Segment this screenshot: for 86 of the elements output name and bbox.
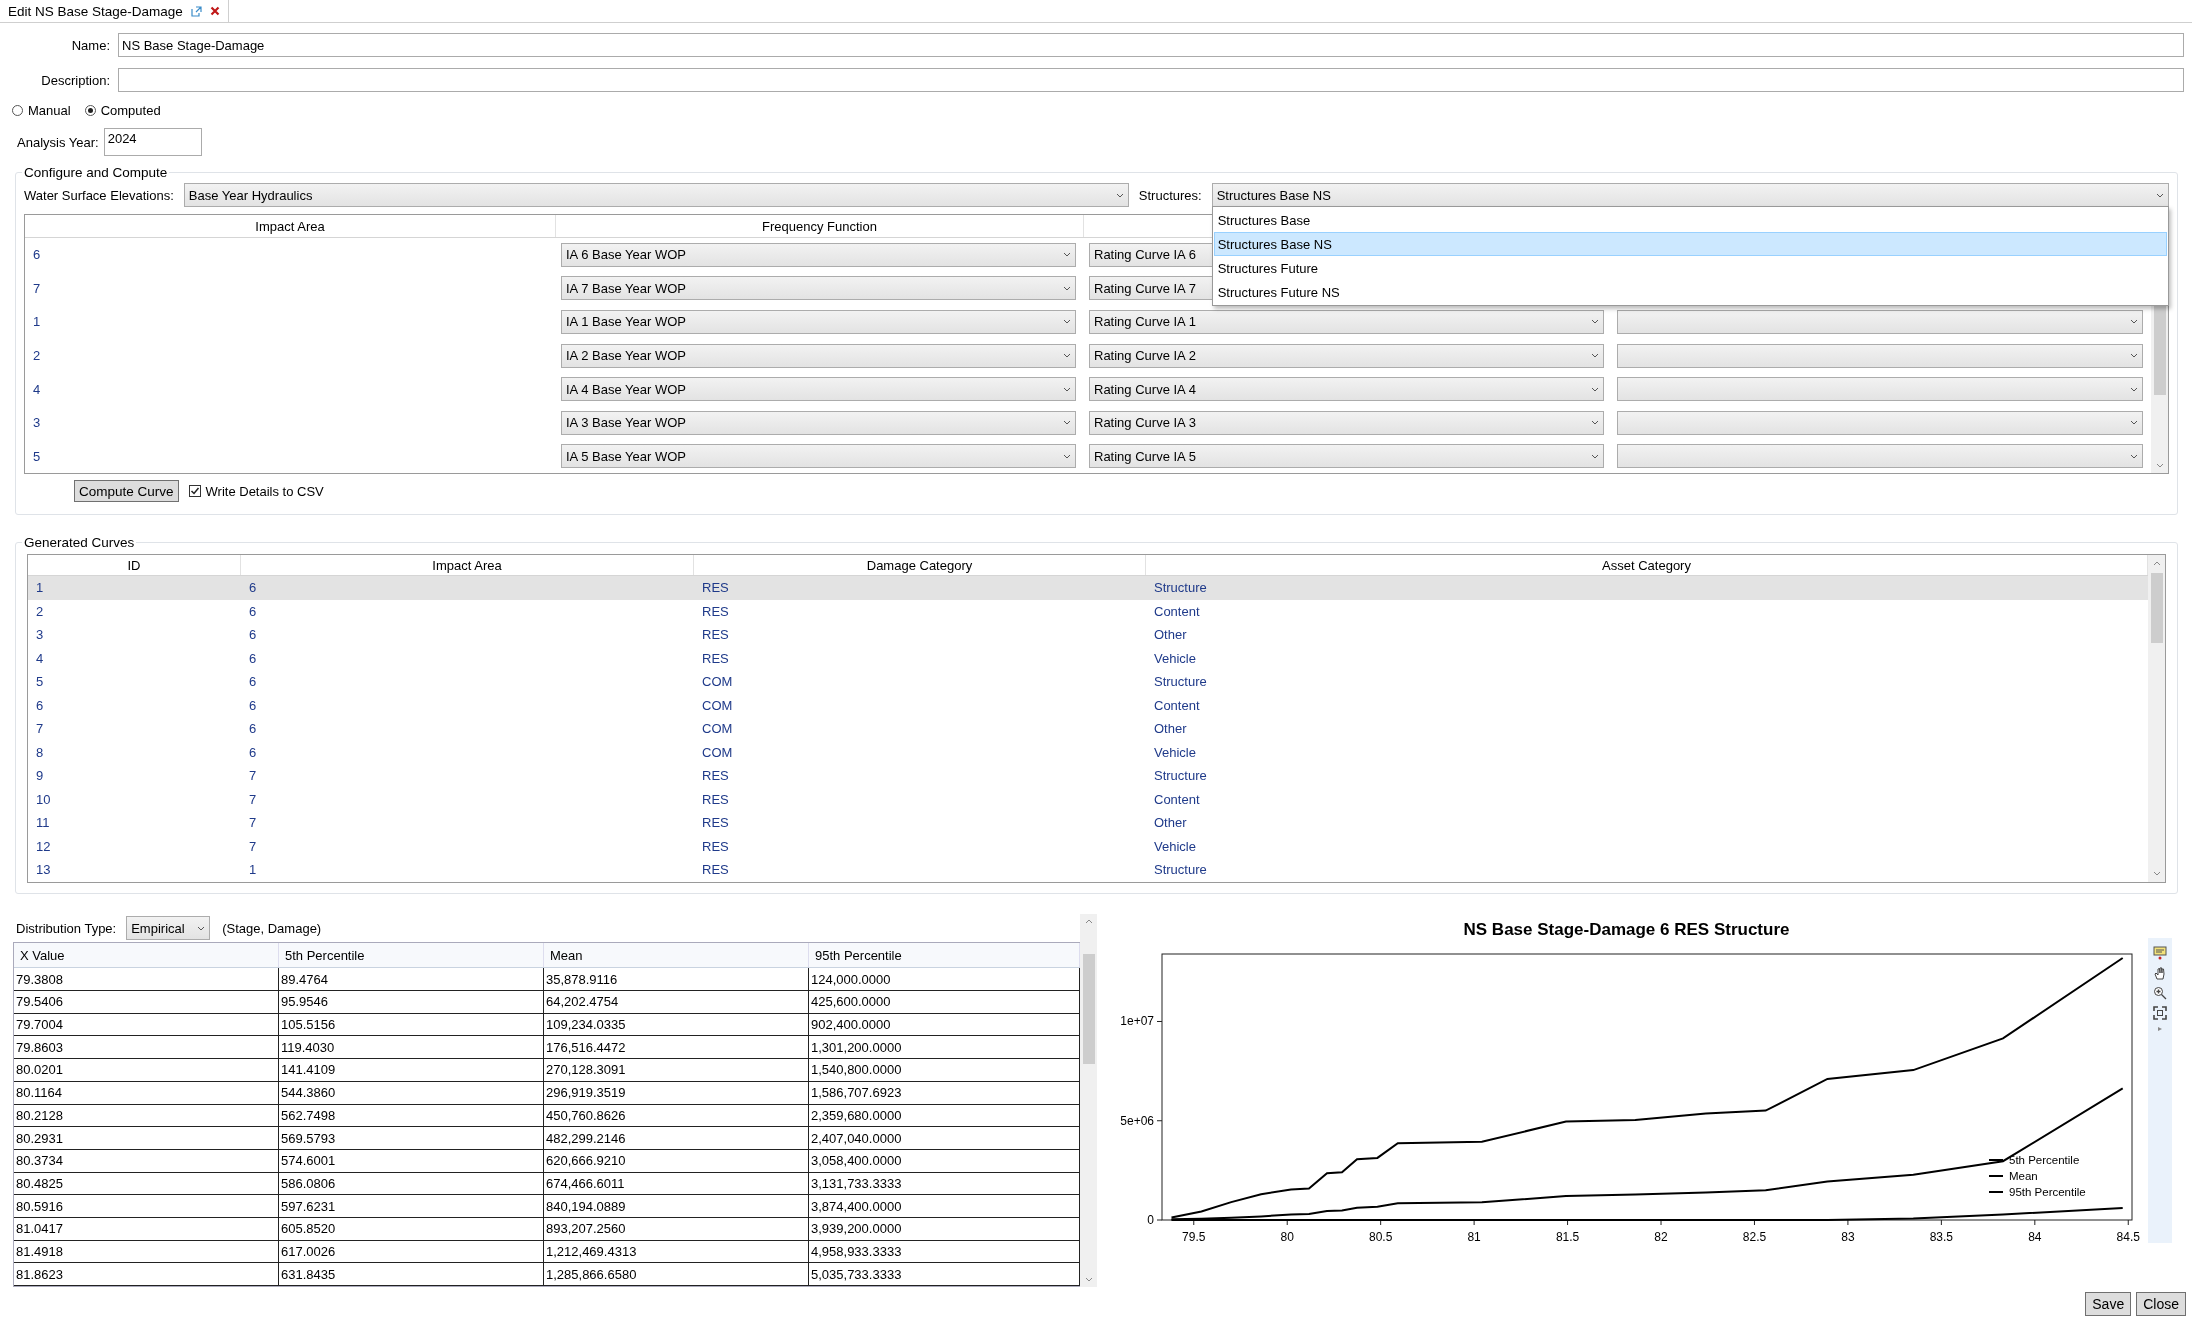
- table-cell: 1,285,866.6580: [544, 1263, 809, 1285]
- table-cell: 840,194.0889: [544, 1195, 809, 1217]
- table-cell: 1,212,469.4313: [544, 1240, 809, 1263]
- group-title: Generated Curves: [23, 535, 136, 551]
- table-cell-text: 4: [32, 381, 42, 397]
- table-cell: 296,919.3519: [544, 1081, 809, 1104]
- table-cell: 81.8623: [14, 1263, 279, 1285]
- table-cell: 80.1164: [14, 1081, 279, 1104]
- table-cell: 141.4109: [279, 1059, 544, 1081]
- axis-tick-label: 82.5: [1742, 1229, 1766, 1244]
- structures-label: Structures:: [1138, 187, 1202, 203]
- column-header: X Value: [20, 947, 65, 963]
- column-header: 95th Percentile: [815, 947, 902, 963]
- axis-tick-label: 81: [1466, 1229, 1481, 1244]
- column-header: Impact Area: [255, 218, 325, 234]
- table-cell: 64,202.4754: [544, 991, 809, 1013]
- table-cell: 119.4030: [279, 1036, 544, 1059]
- table-cell: 79.7004: [14, 1013, 279, 1036]
- axis-tick-label: 84: [2027, 1229, 2041, 1244]
- table-cell: 569.5793: [279, 1127, 544, 1149]
- table-cell: 176,516.4472: [544, 1036, 809, 1059]
- table-cell: 79.3808: [14, 968, 279, 991]
- table-cell: 450,760.8626: [544, 1104, 809, 1127]
- table-cell: 80.4825: [14, 1172, 279, 1195]
- table-cell: 620,666.9210: [544, 1149, 809, 1172]
- table-cell: 89.4764: [279, 968, 544, 991]
- table-cell-text: 5: [32, 448, 42, 464]
- table-cell: 81.0417: [14, 1217, 279, 1240]
- table-cell: 81.4918: [14, 1240, 279, 1263]
- chart-title: NS Base Stage-Damage 6 RES Structure: [1463, 919, 1790, 940]
- table-cell: 95.9546: [279, 991, 544, 1013]
- table-cell: 544.3860: [279, 1081, 544, 1104]
- description-label: Description:: [40, 72, 111, 88]
- column-header: Mean: [550, 947, 583, 963]
- table-cell: 562.7498: [279, 1104, 544, 1127]
- column-header: Asset Category: [1602, 557, 1691, 573]
- table-cell: 586.0806: [279, 1172, 544, 1195]
- distribution-type-label: Distribution Type:: [16, 920, 117, 936]
- table-cell: 79.5406: [14, 991, 279, 1013]
- table-cell: 893,207.2560: [544, 1217, 809, 1240]
- axis-tick-label: 79.5: [1181, 1229, 1205, 1244]
- table-cell: 482,299.2146: [544, 1127, 809, 1149]
- column-header: Frequency Function: [762, 218, 877, 234]
- table-cell: 605.8520: [279, 1217, 544, 1240]
- axis-tick-label: 81.5: [1555, 1229, 1579, 1244]
- axis-tick-label: 83.5: [1929, 1229, 1953, 1244]
- axis-tick-label: 0: [1146, 1212, 1154, 1227]
- name-label: Name:: [70, 37, 111, 53]
- table-cell-text: 6: [32, 247, 42, 263]
- table-cell: 80.2128: [14, 1104, 279, 1127]
- table-cell: 80.5916: [14, 1195, 279, 1217]
- column-header: Impact Area: [432, 557, 502, 573]
- stage-damage-note: (Stage, Damage): [222, 920, 322, 936]
- axis-tick-label: 5e+06: [1119, 1113, 1154, 1128]
- axis-tick-label: 80.5: [1368, 1229, 1392, 1244]
- legend-label: Mean: [2008, 1169, 2038, 1182]
- table-cell: 80.0201: [14, 1059, 279, 1081]
- axis-tick-label: 1e+07: [1119, 1014, 1154, 1029]
- axis-tick-label: 82: [1653, 1229, 1668, 1244]
- table-cell-text: 1: [32, 314, 42, 330]
- table-cell: 674,466.6011: [544, 1172, 809, 1195]
- analysis-year-label: Analysis Year:: [17, 134, 99, 150]
- table-cell: 597.6231: [279, 1195, 544, 1217]
- axis-tick-label: 84.5: [2116, 1229, 2140, 1244]
- table-cell: 80.3734: [14, 1149, 279, 1172]
- table-cell-text: 2: [32, 348, 42, 364]
- table-cell: 35,878.9116: [544, 968, 809, 991]
- table-cell: 574.6001: [279, 1149, 544, 1172]
- axis-tick-label: 80: [1280, 1229, 1294, 1244]
- table-cell: 79.8603: [14, 1036, 279, 1059]
- table-cell-text: 7: [32, 280, 42, 296]
- group-title: Configure and Compute: [23, 165, 169, 180]
- column-header: 5th Percentile: [285, 947, 365, 963]
- table-cell: 80.2931: [14, 1127, 279, 1149]
- column-header: Damage Category: [866, 557, 973, 573]
- legend-label: 5th Percentile: [2008, 1153, 2079, 1166]
- table-cell: 109,234.0335: [544, 1013, 809, 1036]
- legend-label: 95th Percentile: [2008, 1185, 2086, 1198]
- column-header: ID: [127, 557, 141, 573]
- table-cell: 617.0026: [279, 1240, 544, 1263]
- axis-tick-label: 83: [1840, 1229, 1855, 1244]
- table-cell: 631.8435: [279, 1263, 544, 1285]
- wse-label: Water Surface Elevations:: [24, 187, 174, 203]
- table-cell: 270,128.3091: [544, 1059, 809, 1081]
- table-cell: 105.5156: [279, 1013, 544, 1036]
- table-cell-text: 3: [32, 415, 42, 431]
